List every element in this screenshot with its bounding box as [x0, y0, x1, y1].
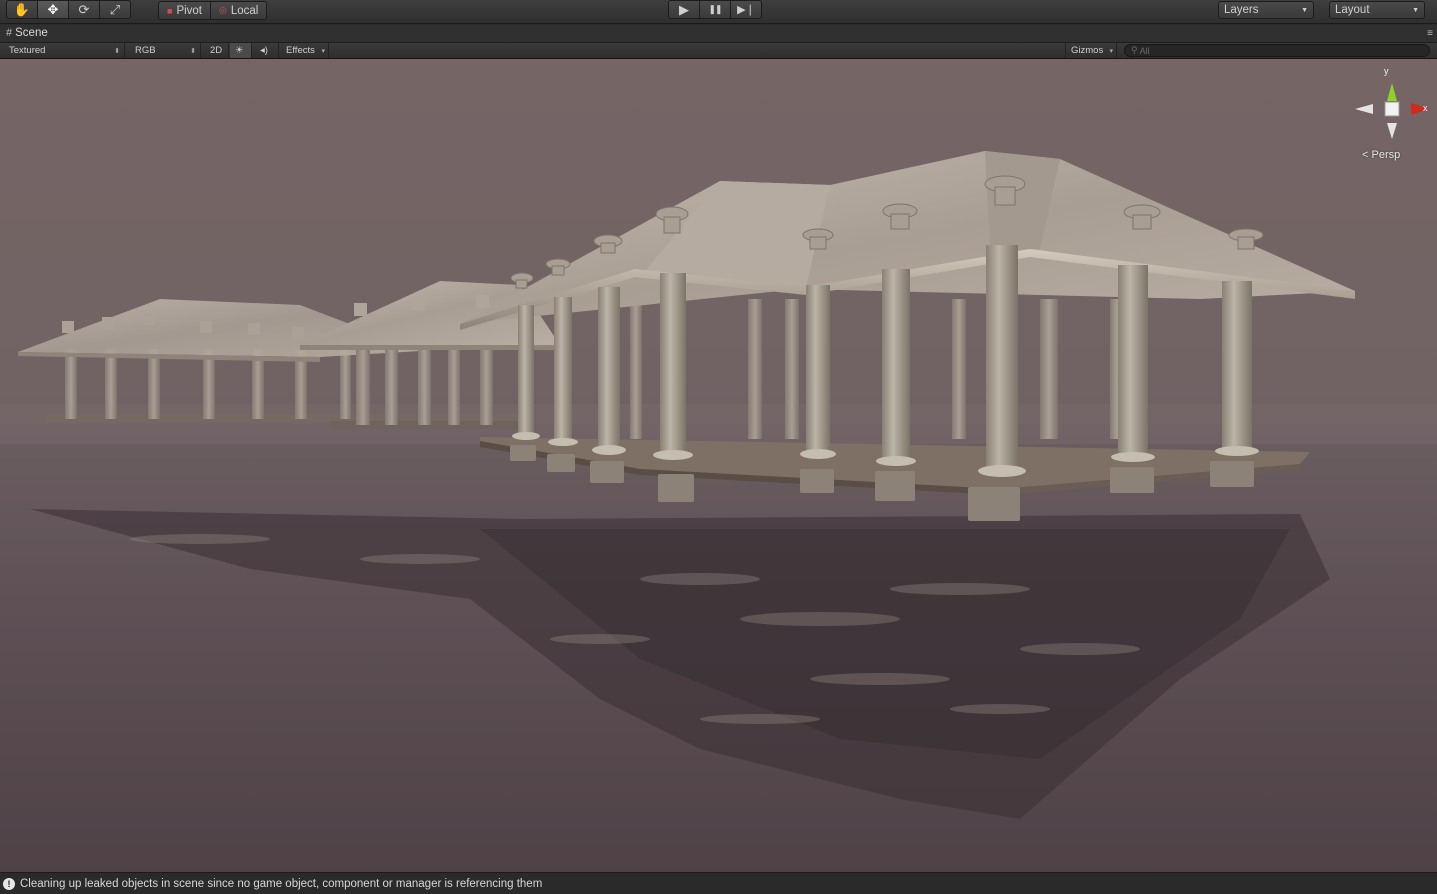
- pivot-label: Pivot: [176, 4, 203, 17]
- y-axis-cone[interactable]: [1387, 83, 1397, 101]
- gizmos-label: Gizmos: [1071, 45, 1104, 56]
- updown-icon: ⬍: [114, 47, 120, 55]
- pause-button[interactable]: ❚❚: [699, 0, 731, 19]
- grid-icon: #: [6, 27, 13, 39]
- local-icon: ◎: [219, 5, 227, 15]
- chevron-down-icon: ▼: [1412, 6, 1419, 14]
- layers-dropdown[interactable]: Layers ▼: [1218, 1, 1314, 19]
- step-button[interactable]: ▶❘: [730, 0, 762, 19]
- step-icon: ▶❘: [737, 4, 755, 16]
- hand-icon: ✋: [13, 1, 31, 17]
- pivot-icon: ■: [167, 5, 173, 16]
- effects-label: Effects: [286, 45, 315, 56]
- layers-label: Layers: [1224, 4, 1259, 16]
- play-controls: ▶ ❚❚ ▶❘: [668, 0, 762, 19]
- hand-tool-button[interactable]: ✋: [6, 0, 38, 19]
- scale-tool-button[interactable]: ⤢: [99, 0, 131, 19]
- projection-toggle[interactable]: < Persp: [1362, 149, 1400, 161]
- local-toggle-button[interactable]: ◎ Local: [211, 1, 268, 20]
- speaker-icon: ◂): [260, 45, 268, 56]
- search-placeholder: All: [1139, 45, 1150, 56]
- center-cube[interactable]: [1384, 101, 1400, 117]
- projection-label: Persp: [1371, 149, 1401, 161]
- scale-icon: ⤢: [109, 1, 121, 17]
- pivot-toggle-button[interactable]: ■ Pivot: [158, 1, 212, 20]
- search-input[interactable]: ⚲ All: [1124, 44, 1430, 57]
- tab-menu-icon[interactable]: ≡: [1427, 28, 1433, 39]
- move-icon: ✥: [47, 1, 59, 17]
- lighting-toggle[interactable]: ☀: [230, 43, 252, 58]
- color-mode-label: RGB: [135, 45, 156, 56]
- chevron-down-icon: ▾: [1109, 47, 1113, 55]
- neg-x-axis-cone[interactable]: [1355, 104, 1373, 114]
- tab-scene[interactable]: # Scene: [6, 27, 48, 39]
- main-toolbar: ✋ ✥ ⟳ ⤢ ■ Pivot ◎ Local ▶ ❚❚ ▶❘ Layers ▼…: [0, 0, 1437, 24]
- chevron-down-icon: ▾: [321, 47, 325, 55]
- status-message: Cleaning up leaked objects in scene sinc…: [20, 877, 543, 890]
- mode-2d-toggle[interactable]: 2D: [205, 43, 229, 58]
- effects-dropdown[interactable]: Effects ▾: [281, 43, 329, 58]
- audio-toggle[interactable]: ◂): [255, 43, 279, 58]
- layout-label: Layout: [1335, 4, 1370, 16]
- rotate-tool-button[interactable]: ⟳: [68, 0, 100, 19]
- scene-tab-title: Scene: [15, 27, 48, 39]
- layout-dropdown[interactable]: Layout ▼: [1329, 1, 1425, 19]
- chevron-left-icon: <: [1362, 149, 1369, 161]
- play-icon: ▶: [679, 1, 689, 17]
- render-mode-label: Textured: [9, 45, 46, 56]
- mode-2d-label: 2D: [210, 45, 223, 56]
- rotate-icon: ⟳: [78, 1, 90, 17]
- gizmos-dropdown[interactable]: Gizmos ▾: [1065, 43, 1117, 58]
- scene-viewport[interactable]: y x < Persp: [0, 59, 1437, 872]
- info-icon: !: [3, 877, 15, 890]
- move-tool-button[interactable]: ✥: [37, 0, 69, 19]
- pivot-group: ■ Pivot ◎ Local: [158, 1, 268, 20]
- play-button[interactable]: ▶: [668, 0, 700, 19]
- axis-y-label: y: [1384, 66, 1389, 76]
- scene-render: [0, 59, 1437, 872]
- render-mode-dropdown[interactable]: Textured ⬍: [3, 43, 125, 58]
- updown-icon: ⬍: [190, 47, 196, 55]
- transform-tool-group: ✋ ✥ ⟳ ⤢: [6, 0, 131, 19]
- neg-y-axis-cone[interactable]: [1387, 123, 1397, 139]
- axis-x-label: x: [1423, 103, 1428, 113]
- local-label: Local: [230, 4, 259, 17]
- scene-tab-bar: # Scene ≡: [0, 25, 1437, 43]
- search-icon: ⚲: [1131, 45, 1138, 55]
- chevron-down-icon: ▼: [1301, 6, 1308, 14]
- status-bar[interactable]: ! Cleaning up leaked objects in scene si…: [0, 872, 1437, 894]
- scene-control-bar: Textured ⬍ RGB ⬍ 2D ☀ ◂) Effects ▾ Gizmo…: [0, 43, 1437, 59]
- pause-icon: ❚❚: [708, 4, 722, 14]
- color-mode-dropdown[interactable]: RGB ⬍: [129, 43, 201, 58]
- sun-icon: ☀: [235, 45, 244, 56]
